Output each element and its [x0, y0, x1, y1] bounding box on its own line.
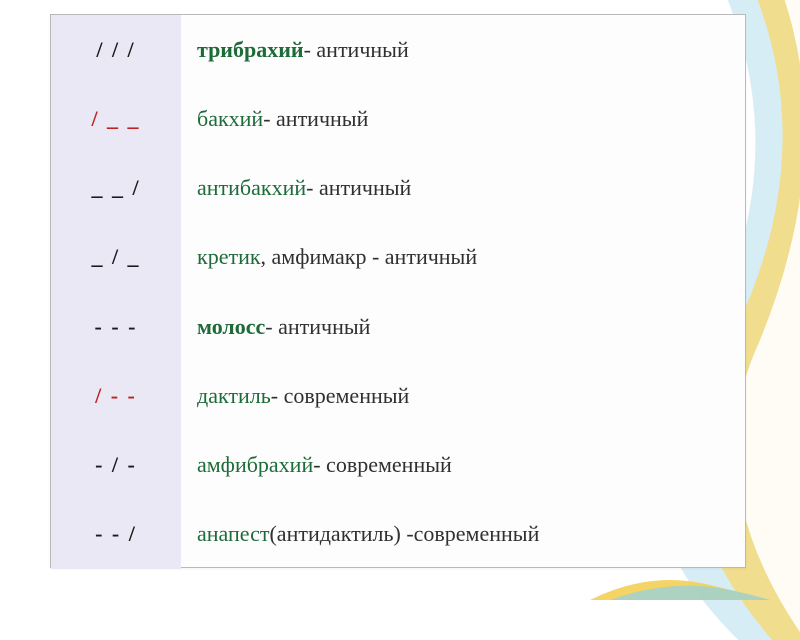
description-cell: бакхий - античный [181, 106, 745, 132]
symbol-cell: - / - [51, 431, 181, 500]
rest-text: - современный [313, 452, 452, 478]
table-row: - / - амфибрахий - современный [51, 431, 745, 500]
rest-text: - античный [306, 175, 411, 201]
description-cell: антибакхий - античный [181, 175, 745, 201]
symbol-cell: / / / [51, 15, 181, 84]
term: анапест [197, 521, 269, 547]
term: трибрахий [197, 37, 304, 63]
term: бакхий [197, 106, 263, 132]
description-cell: трибрахий - античный [181, 37, 745, 63]
rest-text: - античный [263, 106, 368, 132]
description-cell: амфибрахий - современный [181, 452, 745, 478]
rest-text: - современный [271, 383, 410, 409]
rest-text: , амфимакр - античный [261, 244, 478, 270]
rest-text: - античный [304, 37, 409, 63]
rest-text: - античный [265, 314, 370, 340]
term: кретик [197, 244, 261, 270]
symbol-cell: / _ _ [51, 84, 181, 153]
table-row: / _ _ бакхий - античный [51, 84, 745, 153]
table-row: / / / трибрахий - античный [51, 15, 745, 84]
term: амфибрахий [197, 452, 313, 478]
symbol-cell: _ _ / [51, 154, 181, 223]
description-cell: молосс - античный [181, 314, 745, 340]
symbol-cell: _ / _ [51, 223, 181, 292]
symbol-cell: / - - [51, 361, 181, 430]
description-cell: анапест (антидактиль) -современный [181, 521, 745, 547]
description-cell: дактиль - современный [181, 383, 745, 409]
term: молосс [197, 314, 265, 340]
table-row: - - / анапест (антидактиль) -современный [51, 500, 745, 569]
symbol-cell: - - - [51, 292, 181, 361]
rest-text: (антидактиль) -современный [269, 521, 539, 547]
table-row: _ _ / антибакхий - античный [51, 154, 745, 223]
term: дактиль [197, 383, 271, 409]
symbol-cell: - - / [51, 500, 181, 569]
table-row: - - - молосс - античный [51, 292, 745, 361]
table-row: _ / _ кретик, амфимакр - античный [51, 223, 745, 292]
table-row: / - - дактиль - современный [51, 361, 745, 430]
description-cell: кретик, амфимакр - античный [181, 244, 745, 270]
metric-feet-table: / / / трибрахий - античный / _ _ бакхий … [50, 14, 746, 568]
term: антибакхий [197, 175, 306, 201]
